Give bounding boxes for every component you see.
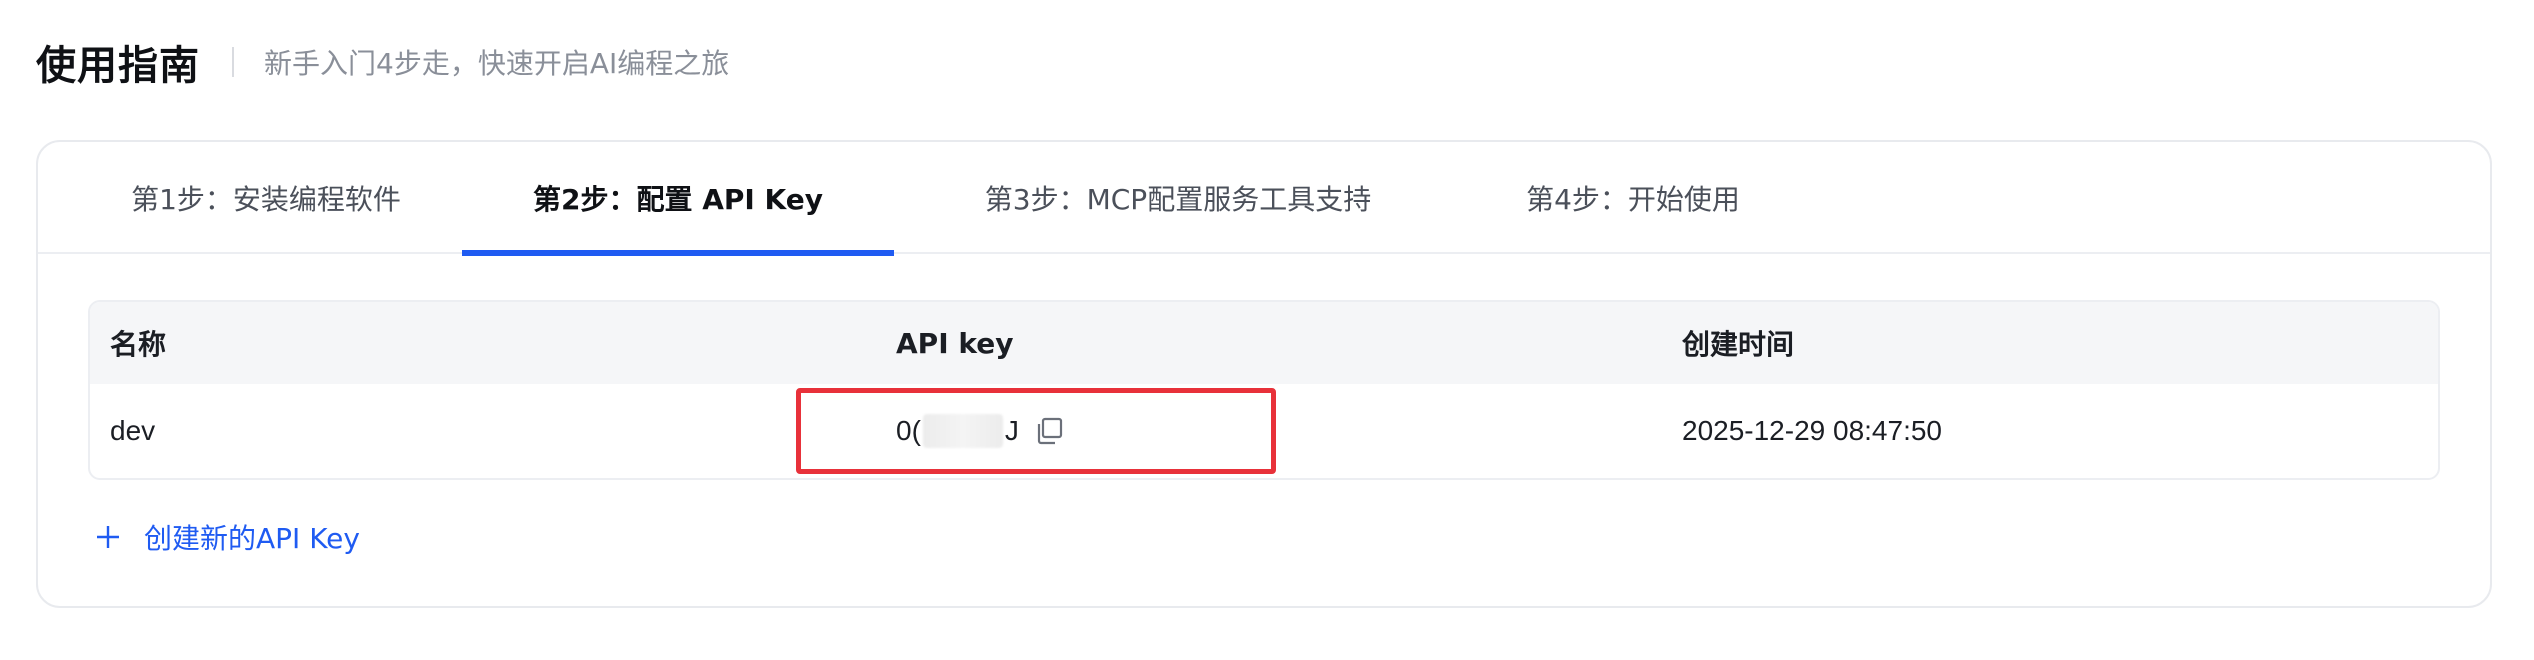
tab-step-1[interactable]: 第1步：安装编程软件 — [118, 142, 414, 254]
tab-step-3[interactable]: 第3步：MCP配置服务工具支持 — [968, 142, 1388, 254]
guide-card: 第1步：安装编程软件 第2步：配置 API Key 第3步：MCP配置服务工具支… — [36, 140, 2492, 608]
tab-step-4[interactable]: 第4步：开始使用 — [1508, 142, 1758, 254]
column-header-api-key: API key — [896, 326, 1014, 360]
api-key-value: 0( J — [896, 414, 1019, 448]
api-key-prefix: 0( — [896, 415, 921, 446]
create-api-key-button[interactable]: 创建新的API Key — [96, 512, 360, 562]
create-api-key-label: 创建新的API Key — [144, 522, 360, 555]
tab-step-2[interactable]: 第2步：配置 API Key — [462, 142, 894, 256]
cell-name: dev — [110, 415, 156, 446]
api-key-table: 名称 API key 创建时间 dev 0( J 2025-12-29 08:4… — [88, 300, 2440, 480]
page: 使用指南 新手入门4步走，快速开启AI编程之旅 第1步：安装编程软件 第2步：配… — [0, 0, 2534, 660]
page-header: 使用指南 新手入门4步走，快速开启AI编程之旅 — [36, 32, 729, 92]
api-key-suffix: J — [1004, 415, 1019, 446]
table-row: dev 0( J 2025-12-29 08:47:50 — [90, 384, 2438, 478]
tab-bar: 第1步：安装编程软件 第2步：配置 API Key 第3步：MCP配置服务工具支… — [38, 142, 2490, 256]
cell-api-key: 0( J — [896, 384, 1067, 478]
api-key-mask — [922, 414, 1003, 448]
page-title: 使用指南 — [36, 43, 200, 89]
copy-icon[interactable] — [1033, 414, 1067, 448]
page-subtitle: 新手入门4步走，快速开启AI编程之旅 — [264, 47, 730, 80]
table-header: 名称 API key 创建时间 — [90, 302, 2438, 384]
header-divider — [232, 47, 234, 77]
cell-created-at: 2025-12-29 08:47:50 — [1682, 415, 1942, 446]
column-header-name: 名称 — [110, 328, 167, 361]
plus-icon — [96, 525, 120, 549]
column-header-created-at: 创建时间 — [1682, 328, 1795, 361]
